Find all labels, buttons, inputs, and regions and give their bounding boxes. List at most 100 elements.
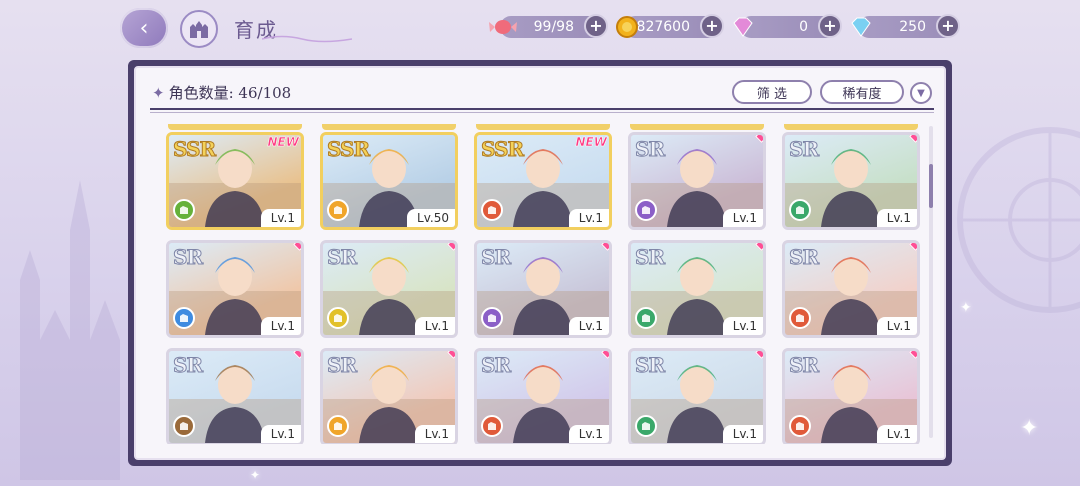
- level-badge: Lv.1: [260, 317, 301, 335]
- level-badge: Lv.1: [568, 209, 609, 227]
- character-card[interactable]: SR Lv.1: [166, 348, 304, 444]
- character-card[interactable]: SR Lv.1: [782, 132, 920, 230]
- character-card[interactable]: SSR Lv.50: [320, 132, 458, 230]
- role-icon: [481, 307, 503, 329]
- level-badge: Lv.1: [876, 425, 917, 443]
- character-card[interactable]: SR Lv.1: [782, 348, 920, 444]
- character-count: ✦ 角色数量: 46/108: [152, 82, 291, 103]
- candy-icon: [489, 20, 517, 34]
- character-card[interactable]: SSR NEW Lv.1: [166, 132, 304, 230]
- divider: [150, 108, 934, 110]
- rarity-sort-button[interactable]: 稀有度: [820, 80, 904, 104]
- new-badge: NEW: [267, 135, 299, 149]
- rarity-label: SSR: [326, 137, 370, 162]
- character-panel: ✦ 角色数量: 46/108 筛 选 稀有度 ▼ SSR NEW Lv.1 SSR Lv.…: [128, 60, 952, 466]
- gold-value: 827600: [636, 19, 690, 35]
- level-badge: Lv.1: [414, 317, 455, 335]
- rarity-label: SR: [172, 353, 203, 378]
- gold-coin-icon: [616, 16, 638, 38]
- rarity-label: SR: [634, 245, 665, 270]
- ferris-wheel-silhouette-icon: [957, 127, 1080, 313]
- role-icon: [173, 415, 195, 437]
- role-icon: [327, 415, 349, 437]
- sparkle-icon: ✦: [960, 300, 972, 316]
- pink-diamond-counter: 0 +: [733, 14, 842, 38]
- card-edge: [476, 124, 610, 130]
- role-icon: [789, 199, 811, 221]
- sparkle-icon: ✦: [1020, 416, 1039, 441]
- level-badge: Lv.1: [568, 425, 609, 443]
- character-card[interactable]: SR Lv.1: [628, 132, 766, 230]
- character-grid: SSR NEW Lv.1 SSR Lv.50 SSR NEW Lv.1 SR Lv.1 SR Lv.1…: [166, 124, 928, 444]
- rarity-label: SR: [326, 353, 357, 378]
- back-arrow-icon: ‹: [139, 15, 149, 41]
- level-badge: Lv.1: [568, 317, 609, 335]
- card-edge: [784, 124, 918, 130]
- gold-counter: 827600 +: [616, 14, 724, 38]
- add-blue-diamond-button[interactable]: +: [936, 14, 960, 38]
- filter-button[interactable]: 筛 选: [732, 80, 812, 104]
- candy-value: 99/98: [533, 19, 574, 35]
- character-card[interactable]: SR Lv.1: [320, 240, 458, 338]
- back-button[interactable]: ‹: [120, 8, 168, 48]
- level-badge: Lv.1: [722, 209, 763, 227]
- role-icon: [481, 199, 503, 221]
- rarity-label: SR: [480, 245, 511, 270]
- character-card[interactable]: SR Lv.1: [474, 348, 612, 444]
- rarity-label: SR: [172, 245, 203, 270]
- character-card[interactable]: SR Lv.1: [628, 240, 766, 338]
- rarity-label: SR: [326, 245, 357, 270]
- role-icon: [635, 415, 657, 437]
- role-icon: [173, 307, 195, 329]
- chevron-down-icon: ▼: [917, 87, 925, 99]
- rarity-label: SR: [788, 137, 819, 162]
- character-card[interactable]: SSR NEW Lv.1: [474, 132, 612, 230]
- character-card[interactable]: SR Lv.1: [166, 240, 304, 338]
- character-panel-inner: ✦ 角色数量: 46/108 筛 选 稀有度 ▼ SSR NEW Lv.1 SSR Lv.…: [134, 66, 946, 460]
- level-badge: Lv.1: [722, 317, 763, 335]
- candy-counter: 99/98 +: [489, 14, 608, 38]
- character-card[interactable]: SR Lv.1: [782, 240, 920, 338]
- level-badge: Lv.1: [876, 209, 917, 227]
- add-pink-diamond-button[interactable]: +: [818, 14, 842, 38]
- role-icon: [635, 199, 657, 221]
- rarity-label: SR: [634, 137, 665, 162]
- level-badge: Lv.1: [876, 317, 917, 335]
- castle-home-icon: [190, 21, 208, 38]
- rarity-label: SR: [634, 353, 665, 378]
- pink-diamond-icon: [733, 17, 753, 37]
- level-badge: Lv.1: [722, 425, 763, 443]
- pink-diamond-value: 0: [799, 19, 808, 35]
- new-badge: NEW: [575, 135, 607, 149]
- role-icon: [327, 307, 349, 329]
- character-count-value: 46/108: [238, 84, 292, 102]
- card-edge: [168, 124, 302, 130]
- rarity-label: SSR: [480, 137, 524, 162]
- blue-diamond-icon: [851, 17, 871, 37]
- star-bullet-icon: ✦: [152, 84, 165, 102]
- rarity-label: SR: [480, 353, 511, 378]
- character-count-label: 角色数量:: [168, 84, 234, 102]
- card-edge: [630, 124, 764, 130]
- card-edge: [322, 124, 456, 130]
- role-icon: [789, 307, 811, 329]
- add-gold-button[interactable]: +: [700, 14, 724, 38]
- level-badge: Lv.50: [407, 209, 455, 227]
- scrollbar-thumb[interactable]: [929, 164, 933, 208]
- character-card[interactable]: SR Lv.1: [474, 240, 612, 338]
- rarity-label: SSR: [172, 137, 216, 162]
- sort-order-toggle[interactable]: ▼: [910, 82, 932, 104]
- blue-diamond-value: 250: [899, 19, 926, 35]
- blue-diamond-counter: 250 +: [851, 14, 960, 38]
- rarity-label: SR: [788, 245, 819, 270]
- add-candy-button[interactable]: +: [584, 14, 608, 38]
- character-card[interactable]: SR Lv.1: [320, 348, 458, 444]
- title-decoration-icon: [262, 35, 352, 43]
- role-icon: [635, 307, 657, 329]
- scrollbar[interactable]: [929, 126, 933, 438]
- rarity-label: SR: [788, 353, 819, 378]
- character-card[interactable]: SR Lv.1: [628, 348, 766, 444]
- home-button[interactable]: [180, 10, 218, 48]
- castle-silhouette-icon: [20, 180, 120, 480]
- divider: [150, 112, 934, 113]
